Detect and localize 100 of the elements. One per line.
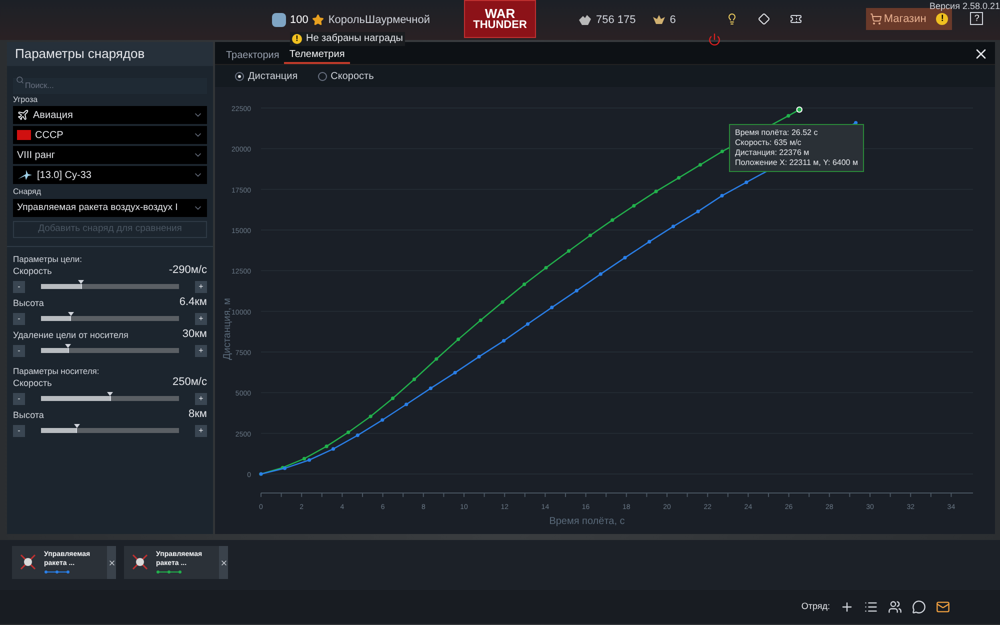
y-axis-title: Дистанция, м <box>222 298 233 360</box>
data-point <box>632 204 636 208</box>
ticket-icon[interactable] <box>790 13 802 25</box>
dropdown[interactable]: VIII ранг <box>13 146 207 164</box>
minus-button[interactable]: - <box>13 312 25 324</box>
alert-badge: ! <box>936 13 948 25</box>
missile-icon <box>130 552 150 572</box>
minus-button[interactable]: - <box>13 392 25 404</box>
data-point <box>526 322 530 326</box>
data-point <box>453 370 457 374</box>
data-point <box>720 150 724 154</box>
data-point <box>698 162 702 167</box>
slider-label: Высота <box>13 296 44 310</box>
flag-icon <box>17 130 31 140</box>
field-label: Снаряд <box>13 186 42 198</box>
plane-icon <box>17 109 29 121</box>
player-name[interactable]: КорольШаурмечной <box>328 12 430 28</box>
data-point <box>368 414 372 418</box>
data-point <box>502 338 506 343</box>
radio-option[interactable]: Скорость <box>318 68 374 84</box>
data-point <box>324 444 328 448</box>
slider-label: Скорость <box>13 264 52 278</box>
currency-amount: 756 175 <box>596 13 636 28</box>
close-icon <box>220 558 228 566</box>
data-point <box>610 218 614 222</box>
slider-reading: 250м/с <box>172 374 207 390</box>
mail-icon[interactable] <box>936 600 950 614</box>
minus-button[interactable]: - <box>13 344 25 356</box>
minus-button[interactable]: - <box>13 280 25 292</box>
dropdown[interactable]: СССР <box>13 126 207 144</box>
data-point <box>786 114 790 118</box>
help-button[interactable]: ? <box>970 12 984 25</box>
minus-button[interactable]: - <box>13 424 25 436</box>
eagles-amount: 6 <box>670 13 676 28</box>
slider-reading: 6.4км <box>179 294 207 310</box>
game-logo[interactable]: WAR THUNDER <box>464 0 536 38</box>
star-icon <box>312 14 324 26</box>
data-point <box>648 240 652 244</box>
dropdown[interactable]: Управляемая ракета воздух-воздух I <box>13 199 207 217</box>
chat-icon[interactable] <box>912 600 926 614</box>
data-point <box>696 210 700 214</box>
field-label: Угроза <box>13 94 39 106</box>
slider-label: Высота <box>13 408 44 422</box>
plus-button[interactable]: + <box>195 344 207 356</box>
search-field[interactable]: Поиск... <box>13 78 207 94</box>
power-icon[interactable] <box>708 33 721 46</box>
slider-reading: 30км <box>182 326 207 342</box>
plus-icon[interactable] <box>840 600 854 614</box>
dropdown[interactable]: [13.0] Су-33 <box>13 166 207 184</box>
dropdown[interactable]: Авиация <box>13 106 207 124</box>
data-point <box>404 402 408 406</box>
slider-thumb[interactable] <box>74 424 80 433</box>
tab[interactable]: Траектория <box>221 46 284 64</box>
data-point <box>744 180 748 184</box>
plus-button[interactable]: + <box>195 392 207 404</box>
plus-button[interactable]: + <box>195 280 207 292</box>
data-point <box>654 190 658 194</box>
level-text: 100 <box>290 13 308 28</box>
list-icon[interactable] <box>864 600 878 614</box>
missile-icon <box>18 552 38 572</box>
data-point <box>544 266 548 270</box>
group-title: Параметры цели: <box>13 253 83 263</box>
squad-label: Отряд: <box>801 600 830 614</box>
close-icon <box>108 558 116 566</box>
data-point <box>672 224 676 228</box>
data-point <box>598 272 602 276</box>
lightbulb-icon[interactable] <box>726 13 738 25</box>
slider-label: Скорость <box>13 376 52 390</box>
data-point <box>456 338 460 342</box>
remove-button[interactable] <box>107 546 116 579</box>
tooltip-line: Положение X: 22311 м, Y: 6400 м <box>735 158 858 168</box>
avatar-icon[interactable] <box>272 13 286 28</box>
data-point <box>412 378 416 382</box>
slider-thumb[interactable] <box>68 312 74 321</box>
data-point <box>346 430 350 434</box>
slider-thumb[interactable] <box>65 344 72 353</box>
data-point <box>434 357 438 361</box>
group-title: Параметры носителя: <box>13 365 100 375</box>
logo-text: THUNDER <box>473 20 527 31</box>
slider-reading: -290м/с <box>168 262 207 278</box>
search-icon <box>16 76 24 84</box>
x-axis-title: Время полёта, с <box>549 516 625 527</box>
diamond-icon[interactable] <box>758 13 770 25</box>
people-icon[interactable] <box>888 600 902 614</box>
slider-thumb[interactable] <box>107 392 113 401</box>
data-point <box>623 256 627 260</box>
data-point <box>522 282 526 286</box>
tooltip-line: Скорость: 635 м/с <box>735 138 802 148</box>
data-point <box>477 354 481 359</box>
plus-button[interactable]: + <box>195 424 207 436</box>
plus-button[interactable]: + <box>195 312 207 324</box>
data-point <box>331 447 336 451</box>
slider-thumb[interactable] <box>78 280 84 289</box>
tooltip-line: Время полёта: 26.52 с <box>735 128 819 138</box>
rewards-toast[interactable]: ! Не забраны награды <box>290 32 405 46</box>
data-point <box>574 288 578 292</box>
radio-option[interactable]: Дистанция <box>235 68 298 84</box>
rewards-notice: Не забраны награды <box>306 33 403 45</box>
data-point <box>588 234 592 238</box>
remove-button[interactable] <box>219 546 228 579</box>
